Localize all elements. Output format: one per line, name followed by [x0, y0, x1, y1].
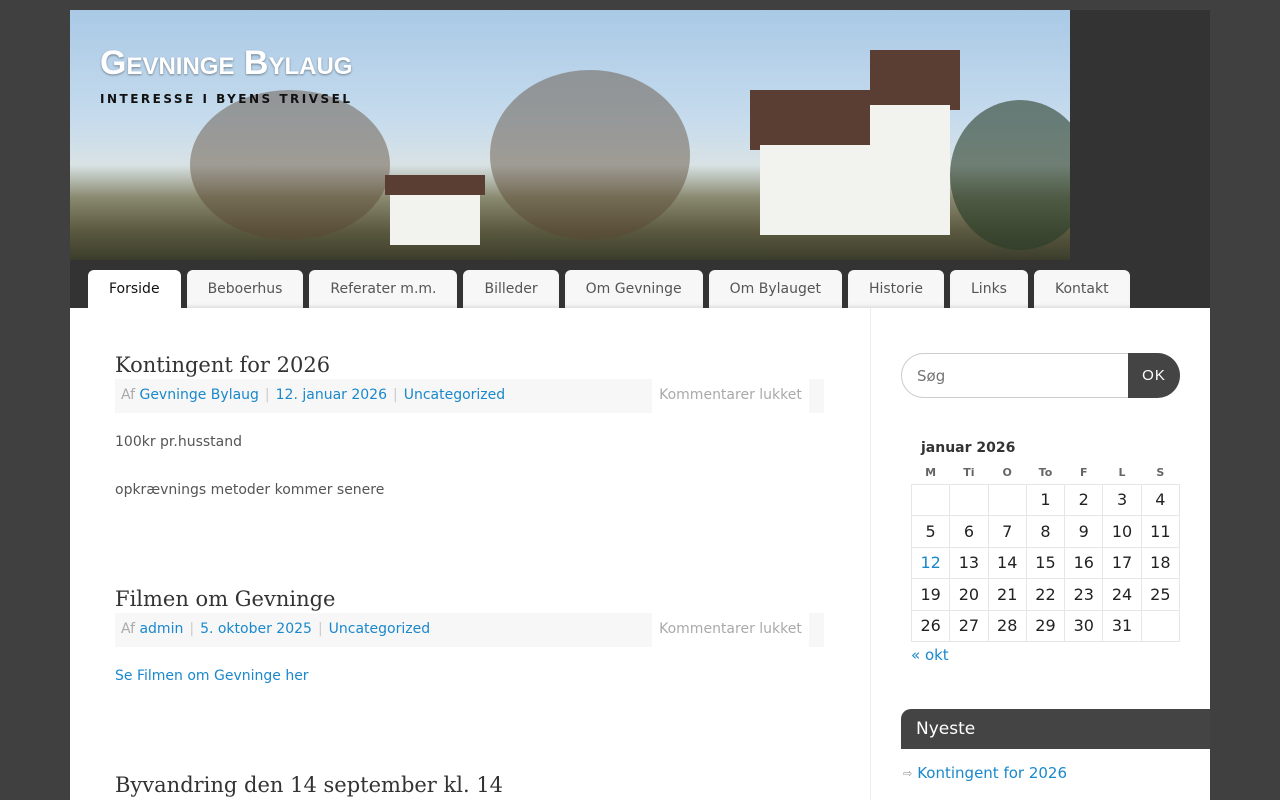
- by-label: Af: [121, 387, 136, 403]
- search-button[interactable]: OK: [1128, 353, 1180, 398]
- calendar-day: 14: [987, 546, 1027, 579]
- calendar-day: 31: [1102, 609, 1142, 642]
- search-form: OK: [901, 353, 1180, 398]
- weekday-header: To: [1038, 466, 1053, 480]
- calendar-day: 13: [949, 546, 989, 579]
- calendar-day-link[interactable]: 12: [910, 546, 951, 579]
- divider: [870, 308, 871, 800]
- calendar-week: 5 6 7 8 9 10 11: [910, 515, 1181, 548]
- calendar-day: 11: [1140, 515, 1181, 548]
- post-meta: Af admin | 5. oktober 2025 | Uncategorized K…: [115, 613, 825, 647]
- calendar-day: 24: [1102, 578, 1142, 611]
- site-title[interactable]: Gevninge Bylaug: [100, 44, 352, 83]
- weekday-header: S: [1156, 466, 1165, 480]
- calendar-day: [949, 483, 989, 516]
- nav-historie[interactable]: Historie: [847, 270, 944, 308]
- nav-kontakt[interactable]: Kontakt: [1033, 270, 1130, 308]
- calendar-day: 28: [987, 609, 1027, 642]
- calendar-day: 6: [949, 515, 989, 548]
- calendar-day: 5: [910, 515, 951, 548]
- weekday-header: M: [925, 466, 937, 480]
- category-link[interactable]: Uncategorized: [329, 621, 430, 637]
- calendar-day: 30: [1064, 609, 1104, 642]
- category-link[interactable]: Uncategorized: [404, 387, 505, 403]
- calendar-week: 26 27 28 29 30 31: [910, 609, 1181, 642]
- calendar-day: 26: [910, 609, 951, 642]
- nav-forside[interactable]: Forside: [88, 270, 181, 308]
- search-input[interactable]: [901, 353, 1128, 398]
- post-text: 100kr pr.husstand: [115, 434, 243, 450]
- author-link[interactable]: admin: [139, 621, 183, 637]
- calendar-day: 19: [910, 578, 951, 611]
- calendar-day: 1: [1025, 483, 1066, 516]
- comments-status: Kommentarer lukket: [659, 387, 802, 403]
- weekday-header: O: [1002, 466, 1012, 480]
- post-title[interactable]: Byvandring den 14 september kl. 14: [115, 770, 825, 800]
- calendar-day: 9: [1064, 515, 1104, 548]
- date-link[interactable]: 12. januar 2026: [276, 387, 387, 403]
- recent-post-item: ⇨ Kontingent for 2026: [903, 764, 1067, 782]
- calendar-day: 7: [987, 515, 1027, 548]
- weekday-header: L: [1118, 466, 1126, 480]
- post-title[interactable]: Kontingent for 2026: [115, 350, 825, 380]
- site-tagline: INTERESSE I BYENS TRIVSEL: [100, 92, 353, 106]
- weekday-header: Ti: [963, 466, 975, 480]
- recent-post-link[interactable]: Kontingent for 2026: [917, 764, 1067, 782]
- comments-status: Kommentarer lukket: [659, 621, 802, 637]
- recent-posts-title: Nyeste: [901, 709, 1210, 749]
- film-link[interactable]: Se Filmen om Gevninge her: [115, 668, 309, 684]
- calendar-day: 20: [949, 578, 989, 611]
- calendar-caption: januar 2026: [921, 440, 1016, 456]
- post: Kontingent for 2026 Af Gevninge Bylaug | 1…: [115, 350, 825, 584]
- nav-om-bylauget[interactable]: Om Bylauget: [708, 270, 842, 308]
- nav-om-gevninge[interactable]: Om Gevninge: [564, 270, 703, 308]
- calendar-day: 17: [1102, 546, 1142, 579]
- post: Byvandring den 14 september kl. 14: [115, 770, 825, 800]
- nav-links[interactable]: Links: [950, 270, 1028, 308]
- arrow-icon: ⇨: [903, 766, 913, 780]
- calendar-widget: januar 2026 M Ti O To F L S 1 2 3 4 5 6 7 8 9 10 11 12 13 1…: [910, 440, 1181, 664]
- post: Filmen om Gevninge Af admin | 5. oktober 2…: [115, 584, 825, 770]
- calendar-day: 22: [1025, 578, 1066, 611]
- calendar-day: [1140, 609, 1181, 642]
- post-list: Kontingent for 2026 Af Gevninge Bylaug | 1…: [115, 350, 825, 800]
- calendar-day: 10: [1102, 515, 1142, 548]
- post-title[interactable]: Filmen om Gevninge: [115, 584, 825, 614]
- weekday-header: F: [1080, 466, 1088, 480]
- by-label: Af: [121, 621, 136, 637]
- header: Gevninge Bylaug INTERESSE I BYENS TRIVSE…: [70, 10, 1210, 308]
- calendar-table: M Ti O To F L S 1 2 3 4 5 6 7 8 9 10 11 12 13 14 15 16 17 18 19 2…: [910, 462, 1181, 642]
- calendar-day: 29: [1025, 609, 1066, 642]
- post-meta: Af Gevninge Bylaug | 12. januar 2026 | Uncat…: [115, 379, 825, 413]
- calendar-day: 2: [1064, 483, 1104, 516]
- calendar-day: 18: [1140, 546, 1181, 579]
- calendar-day: 15: [1025, 546, 1066, 579]
- calendar-day: 3: [1102, 483, 1142, 516]
- calendar-day: 16: [1064, 546, 1104, 579]
- calendar-day: 8: [1025, 515, 1066, 548]
- calendar-day: [987, 483, 1027, 516]
- nav-billeder[interactable]: Billeder: [463, 270, 559, 308]
- calendar-day: 4: [1140, 483, 1181, 516]
- calendar-week: 19 20 21 22 23 24 25: [910, 578, 1181, 611]
- nav-beboerhus[interactable]: Beboerhus: [186, 270, 304, 308]
- main-nav: Forside Beboerhus Referater m.m. Billede…: [88, 270, 1130, 308]
- date-link[interactable]: 5. oktober 2025: [200, 621, 312, 637]
- calendar-day: 27: [949, 609, 989, 642]
- post-text: opkrævnings metoder kommer senere: [115, 482, 385, 498]
- calendar-week: 12 13 14 15 16 17 18: [910, 546, 1181, 579]
- calendar-week: 1234: [910, 483, 1181, 516]
- author-link[interactable]: Gevninge Bylaug: [139, 387, 258, 403]
- nav-referater[interactable]: Referater m.m.: [309, 270, 458, 308]
- calendar-day: [910, 483, 951, 516]
- calendar-day: 25: [1140, 578, 1181, 611]
- calendar-prev-link[interactable]: « okt: [911, 646, 1180, 664]
- page: Gevninge Bylaug INTERESSE I BYENS TRIVSE…: [70, 10, 1210, 800]
- calendar-day: 21: [987, 578, 1027, 611]
- calendar-day: 23: [1064, 578, 1104, 611]
